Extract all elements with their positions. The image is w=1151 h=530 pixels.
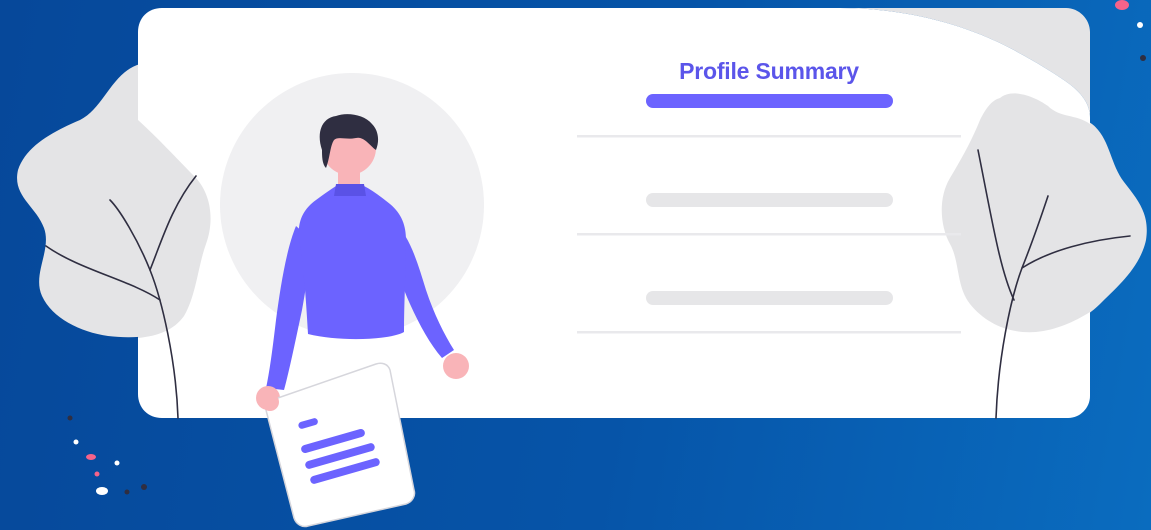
profile-summary-illustration: Profile Summary	[0, 0, 1151, 530]
title-underline-bar	[646, 94, 893, 108]
person-left-fingers	[261, 393, 279, 411]
person-torso	[298, 186, 406, 340]
person-collar	[334, 184, 366, 196]
illustration-scene	[17, 0, 1147, 528]
divider-line-2	[577, 233, 961, 236]
person-right-hand	[443, 353, 469, 379]
confetti-decoration-left	[67, 415, 147, 495]
placeholder-bar-2	[646, 291, 893, 305]
divider-line-3	[577, 331, 961, 334]
profile-summary-title: Profile Summary	[679, 58, 859, 84]
placeholder-bar-1	[646, 193, 893, 207]
confetti-decoration-right	[1115, 0, 1146, 61]
divider-line-1	[577, 135, 961, 138]
